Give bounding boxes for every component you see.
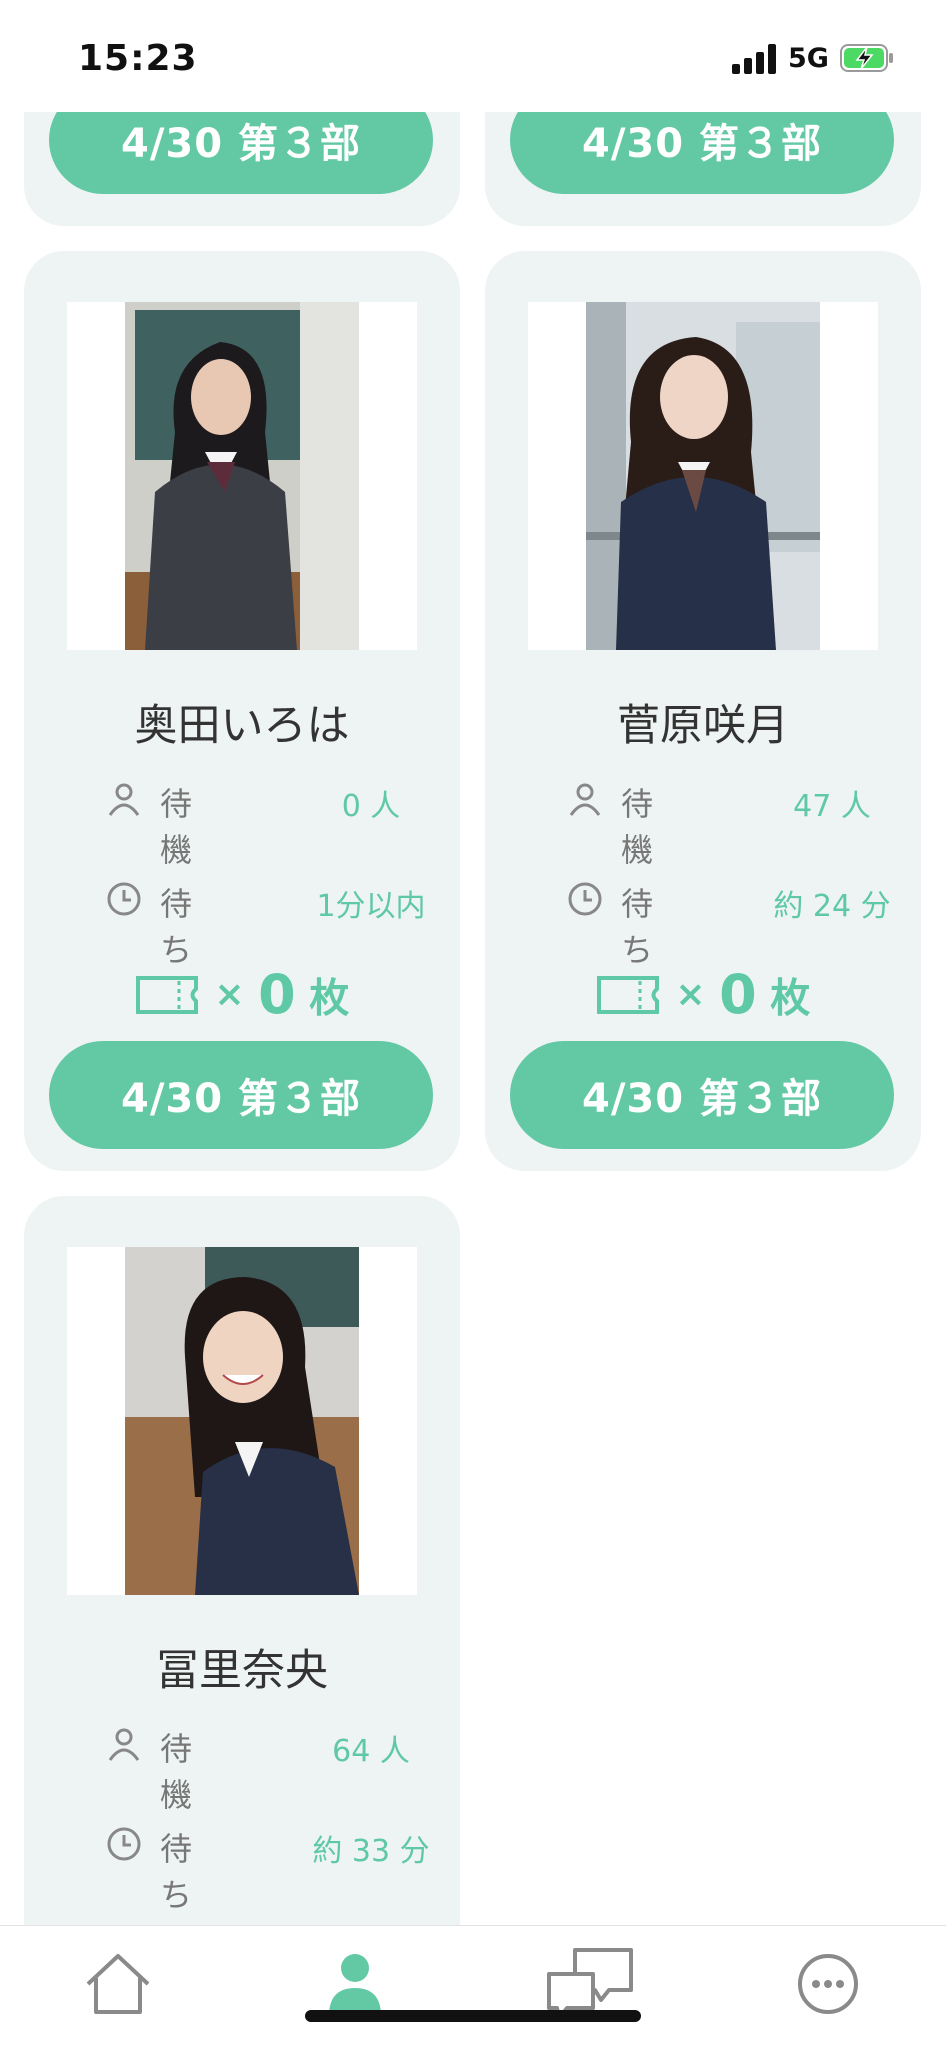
clock-icon	[107, 882, 141, 916]
waiting-label: 待機	[621, 785, 654, 869]
member-photo	[125, 1247, 359, 1595]
waiting-count: 47 人	[793, 789, 871, 824]
person-icon	[108, 783, 140, 816]
ticket-times: ×	[214, 974, 245, 1015]
person-icon	[569, 783, 601, 816]
member-photo-frame	[67, 1247, 417, 1595]
status-time: 15:23	[78, 38, 198, 79]
member-name: 冨里奈央	[156, 1646, 328, 1696]
session-button[interactable]: 4/30 第３部	[510, 1041, 894, 1149]
status-bar: 15:23 5G	[0, 0, 946, 112]
wait-time-value: 約 24 分	[773, 889, 891, 924]
ticket-times: ×	[675, 974, 706, 1015]
person-icon	[108, 1728, 140, 1761]
more-icon[interactable]	[788, 1944, 868, 2024]
member-name: 菅原咲月	[617, 701, 789, 751]
member-card[interactable]: 奥田いろは 待機 0 人 待ち 1分以内 × 0 枚 4/30 第３部	[24, 251, 460, 1171]
home-icon[interactable]	[78, 1944, 158, 2024]
tab-bar	[0, 1925, 946, 2049]
waiting-count: 0 人	[341, 789, 401, 824]
ticket-number: 0	[719, 963, 757, 1026]
wait-time-label: 待ち	[160, 1830, 193, 1914]
member-name: 奥田いろは	[134, 701, 350, 751]
member-card[interactable]: 冨里奈央 待機 64 人 待ち 約 33 分	[24, 1196, 460, 1930]
ticket-count: × 0 枚	[24, 963, 460, 1026]
ticket-icon	[596, 975, 659, 1014]
network-label: 5G	[788, 43, 829, 74]
wait-time-value: 約 33 分	[312, 1834, 430, 1869]
wait-time-value: 1分以内	[316, 889, 426, 924]
member-grid: 4/30 第３部 4/30 第３部 奥田いろは 待機 0 人 待ち 1分以内 ×…	[0, 0, 946, 1930]
clock-icon	[568, 882, 602, 916]
battery-charging-icon	[840, 44, 893, 72]
session-button[interactable]: 4/30 第３部	[49, 1041, 433, 1149]
ticket-number: 0	[258, 963, 296, 1026]
ticket-icon	[135, 975, 198, 1014]
waiting-count: 64 人	[332, 1734, 410, 1769]
signal-icon	[732, 44, 778, 74]
member-photo	[586, 302, 820, 650]
member-photo	[125, 302, 359, 650]
waiting-label: 待機	[160, 1730, 193, 1814]
ticket-unit: 枚	[309, 975, 350, 1022]
wait-time-label: 待ち	[621, 885, 654, 969]
ticket-unit: 枚	[770, 975, 811, 1022]
member-card[interactable]: 菅原咲月 待機 47 人 待ち 約 24 分 × 0 枚 4/30 第３部	[485, 251, 921, 1171]
ticket-count: × 0 枚	[485, 963, 921, 1026]
waiting-label: 待機	[160, 785, 193, 869]
clock-icon	[107, 1827, 141, 1861]
member-photo-frame	[528, 302, 878, 650]
member-photo-frame	[67, 302, 417, 650]
wait-time-label: 待ち	[160, 885, 193, 969]
home-indicator	[305, 2010, 641, 2022]
